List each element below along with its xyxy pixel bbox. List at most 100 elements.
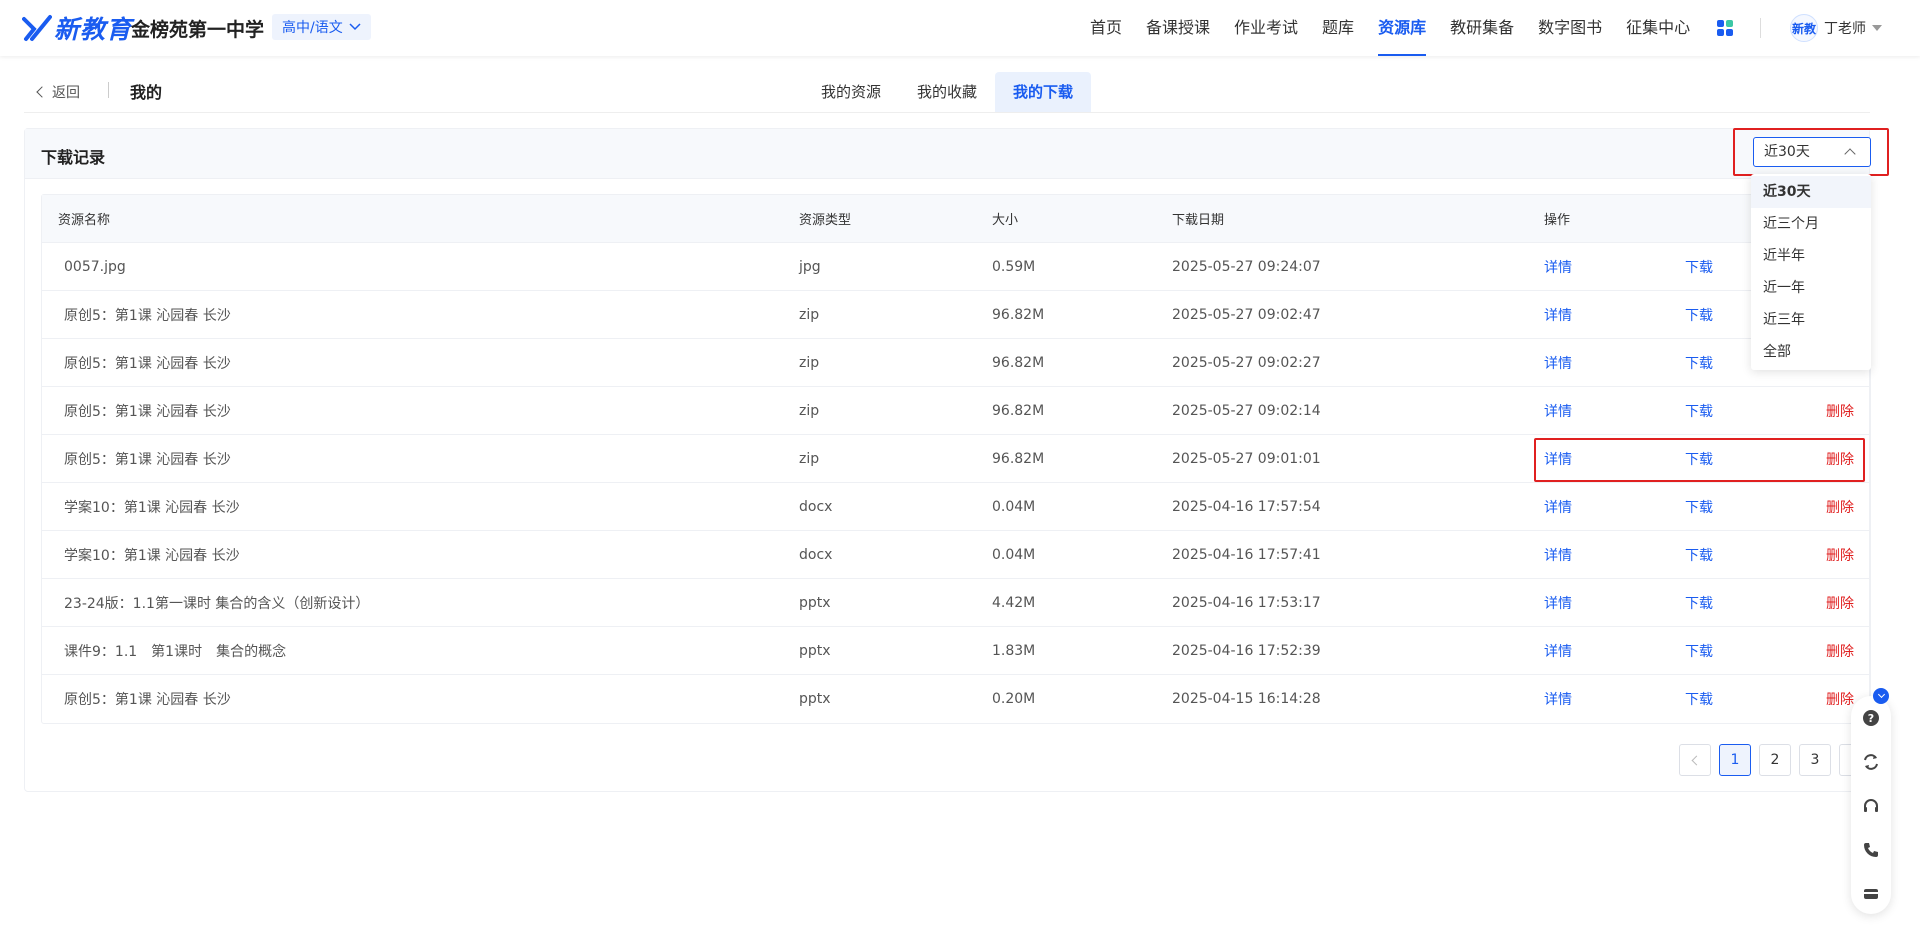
dropdown-option-half-year[interactable]: 近半年 [1751,240,1871,272]
cell-date: 2025-05-27 09:02:14 [1172,402,1321,419]
cell-size: 96.82M [992,450,1045,467]
tab-my-favorites[interactable]: 我的收藏 [899,72,995,112]
header-download-date: 下载日期 [1172,213,1225,228]
nav-item-resource-library[interactable]: 资源库 [1378,0,1427,56]
refresh-icon[interactable] [1861,752,1881,772]
nav-item-teaching-research[interactable]: 教研集备 [1450,0,1514,56]
chevron-up-icon [1844,148,1856,160]
cell-date: 2025-05-27 09:02:47 [1172,306,1321,323]
cell-size: 1.83M [992,642,1036,659]
tab-my-downloads[interactable]: 我的下载 [995,72,1092,112]
download-link[interactable]: 下载 [1685,545,1713,565]
chevron-left-icon [36,86,48,98]
date-range-dropdown: 近30天 近三个月 近半年 近一年 近三年 全部 [1751,174,1871,370]
detail-link[interactable]: 详情 [1544,449,1572,469]
date-range-value: 近30天 [1764,144,1810,160]
delete-link[interactable]: 删除 [1826,593,1854,613]
table-row: 学案10：第1课 沁园春 长沙 docx 0.04M 2025-04-16 17… [42,531,1870,579]
dropdown-option-1-year[interactable]: 近一年 [1751,272,1871,304]
cell-name: 原创5：第1课 沁园春 长沙 [64,355,231,372]
tab-my-resources[interactable]: 我的资源 [803,72,899,112]
header-resource-type: 资源类型 [799,213,852,228]
page-button-2[interactable]: 2 [1759,744,1791,776]
caret-down-icon [1872,25,1882,31]
cell-date: 2025-05-27 09:24:07 [1172,258,1321,275]
detail-link[interactable]: 详情 [1544,593,1572,613]
user-menu[interactable]: 新教 丁老师 [1790,14,1882,42]
header-resource-name: 资源名称 [58,213,111,228]
detail-link[interactable]: 详情 [1544,401,1572,421]
download-link[interactable]: 下载 [1685,257,1713,277]
help-icon[interactable]: ? [1861,708,1881,728]
download-link[interactable]: 下载 [1685,401,1713,421]
detail-link[interactable]: 详情 [1544,353,1572,373]
download-link[interactable]: 下载 [1685,641,1713,661]
table-header-row: 资源名称 资源类型 大小 下载日期 操作 [42,195,1870,243]
detail-link[interactable]: 详情 [1544,257,1572,277]
headset-icon[interactable] [1861,796,1881,816]
nav-item-digital-books[interactable]: 数字图书 [1538,0,1602,56]
nav-item-collection-center[interactable]: 征集中心 [1626,0,1690,56]
delete-link[interactable]: 删除 [1826,449,1854,469]
card-icon[interactable] [1861,884,1881,904]
date-range-select[interactable]: 近30天 [1753,137,1871,167]
download-link[interactable]: 下载 [1685,305,1713,325]
delete-link[interactable]: 删除 [1826,401,1854,421]
pagination: 1 2 3 [1679,744,1871,776]
page-button-1[interactable]: 1 [1719,744,1751,776]
logo[interactable]: 新教育 [22,10,132,46]
detail-link[interactable]: 详情 [1544,689,1572,709]
table-row: 23-24版：1.1第一课时 集合的含义（创新设计） pptx 4.42M 20… [42,579,1870,627]
cell-type: zip [799,354,820,371]
cell-type: docx [799,498,833,515]
cell-date: 2025-05-27 09:01:01 [1172,450,1321,467]
chevron-down-icon [1877,690,1885,699]
cell-name: 23-24版：1.1第一课时 集合的含义（创新设计） [64,595,370,612]
phone-icon[interactable] [1861,840,1881,860]
table-body: 0057.jpg jpg 0.59M 2025-05-27 09:24:07 详… [42,243,1870,723]
table-row: 原创5：第1课 沁园春 长沙 zip 96.82M 2025-05-27 09:… [42,435,1870,483]
subnav-divider [24,112,1870,113]
delete-link[interactable]: 删除 [1826,641,1854,661]
floating-toolbar: ? [1851,696,1891,914]
detail-link[interactable]: 详情 [1544,641,1572,661]
download-link[interactable]: 下载 [1685,449,1713,469]
delete-link[interactable]: 删除 [1826,497,1854,517]
back-button[interactable]: 返回 [36,82,80,102]
cell-size: 0.20M [992,691,1036,707]
subnav-tabs: 我的资源 我的收藏 我的下载 [803,72,1092,112]
cell-size: 96.82M [992,306,1045,323]
detail-link[interactable]: 详情 [1544,497,1572,517]
cell-date: 2025-04-16 17:57:54 [1172,498,1321,515]
dropdown-option-3-months[interactable]: 近三个月 [1751,208,1871,240]
nav-item-lesson-prep[interactable]: 备课授课 [1146,0,1210,56]
download-link[interactable]: 下载 [1685,497,1713,517]
dropdown-option-30-days[interactable]: 近30天 [1751,176,1871,208]
avatar: 新教 [1790,14,1818,42]
toolbar-collapse-button[interactable] [1873,688,1889,704]
download-link[interactable]: 下载 [1685,689,1713,709]
delete-link[interactable]: 删除 [1826,545,1854,565]
dropdown-option-3-years[interactable]: 近三年 [1751,304,1871,336]
cell-type: zip [799,450,820,467]
top-header: 新教育 金榜苑第一中学 高中/语文 首页 备课授课 作业考试 题库 资源库 教研… [0,0,1920,56]
download-link[interactable]: 下载 [1685,353,1713,373]
page-button-3[interactable]: 3 [1799,744,1831,776]
apps-grid-icon[interactable] [1717,20,1733,36]
chevron-left-icon [1691,755,1702,765]
nav-item-home[interactable]: 首页 [1090,0,1122,56]
detail-link[interactable]: 详情 [1544,545,1572,565]
grade-subject-selector[interactable]: 高中/语文 [272,14,371,40]
cell-name: 0057.jpg [64,258,126,275]
nav-item-homework-exam[interactable]: 作业考试 [1234,0,1298,56]
cell-type: jpg [799,258,821,275]
grade-subject-label: 高中/语文 [282,20,343,36]
dropdown-option-all[interactable]: 全部 [1751,336,1871,368]
cell-name: 课件9：1.1 第1课时 集合的概念 [64,643,287,660]
download-link[interactable]: 下载 [1685,593,1713,613]
cell-name: 原创5：第1课 沁园春 长沙 [64,692,231,708]
delete-link[interactable]: 删除 [1826,689,1854,709]
detail-link[interactable]: 详情 [1544,305,1572,325]
prev-page-button[interactable] [1679,744,1711,776]
nav-item-question-bank[interactable]: 题库 [1322,0,1354,56]
